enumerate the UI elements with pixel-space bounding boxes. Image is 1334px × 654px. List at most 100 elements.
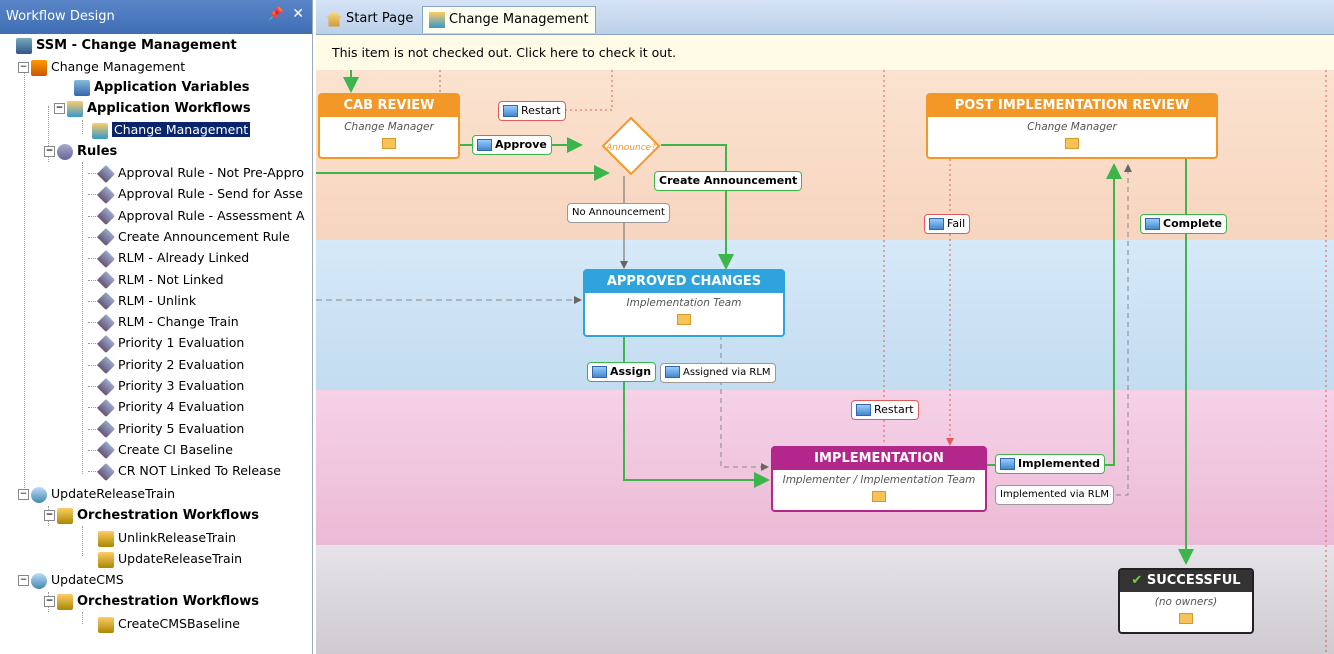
orchestration-icon — [57, 507, 73, 524]
transition-restart-2[interactable]: Restart — [851, 400, 919, 420]
rule-icon — [96, 356, 116, 375]
tree-node-rule[interactable]: Priority 4 Evaluation — [88, 397, 244, 417]
transition-complete[interactable]: Complete — [1140, 214, 1227, 234]
variables-icon — [74, 79, 90, 96]
tree-root[interactable]: SSM - Change Management — [16, 36, 237, 56]
collapse-icon[interactable]: − — [18, 489, 29, 500]
workflow-tree: SSM - Change Management − Change Manageme… — [0, 36, 312, 654]
pin-icon[interactable]: 📌 — [268, 7, 284, 22]
collapse-icon[interactable]: − — [18, 62, 29, 73]
tab-change-management[interactable]: Change Management — [422, 6, 596, 33]
tree-node-rule[interactable]: CR NOT Linked To Release — [88, 461, 281, 481]
tree-node-rule[interactable]: Create CI Baseline — [88, 440, 233, 460]
tree-node-app-variables[interactable]: Application Variables — [74, 78, 250, 98]
checkmark-icon: ✔ — [1131, 573, 1143, 588]
orchestration-icon — [57, 593, 73, 610]
collapse-icon[interactable]: − — [44, 510, 55, 521]
node-post-implementation-review[interactable]: POST IMPLEMENTATION REVIEW Change Manage… — [926, 93, 1218, 159]
form-icon — [1179, 613, 1193, 624]
transition-icon — [1000, 458, 1015, 470]
project-icon — [16, 37, 32, 54]
tab-start-page[interactable]: Start Page — [320, 6, 419, 32]
transition-no-announcement[interactable]: No Announcement — [567, 203, 670, 223]
collapse-icon[interactable]: − — [44, 146, 55, 157]
transition-icon — [1145, 218, 1160, 230]
transition-icon — [592, 366, 607, 378]
decision-label: Announce? — [605, 143, 656, 153]
tree-node-rule[interactable]: Approval Rule - Assessment A — [88, 206, 305, 226]
document-tabs: Start Page Change Management — [316, 0, 1334, 35]
panel-title: Workflow Design — [6, 9, 115, 24]
tree-node-rule[interactable]: RLM - Unlink — [88, 291, 196, 311]
process-icon — [31, 572, 47, 589]
decision-announce[interactable]: Announce? — [601, 116, 661, 176]
rule-icon — [96, 249, 116, 268]
rule-icon — [96, 270, 116, 290]
workflow-canvas[interactable]: This item is not checked out. Click here… — [316, 35, 1334, 654]
tree-node-create-cms-baseline[interactable]: CreateCMSBaseline — [98, 614, 240, 634]
rule-icon — [96, 164, 116, 183]
tree-node-rule[interactable]: Create Announcement Rule — [88, 227, 290, 247]
rule-icon — [96, 228, 116, 247]
rule-icon — [96, 207, 116, 226]
transition-implemented-via-rlm[interactable]: Implemented via RLM — [995, 485, 1114, 505]
rule-icon — [96, 292, 116, 311]
tree-node-rule[interactable]: Priority 5 Evaluation — [88, 419, 244, 439]
tree-node-update-release-train[interactable]: − UpdateReleaseTrain — [18, 484, 175, 504]
collapse-icon[interactable]: − — [54, 103, 65, 114]
node-cab-review[interactable]: CAB REVIEW Change Manager — [318, 93, 460, 159]
transition-approve[interactable]: Approve — [472, 135, 552, 155]
rule-icon — [96, 377, 116, 396]
workflow-icon — [92, 122, 108, 139]
transition-create-announcement[interactable]: Create Announcement — [654, 171, 803, 191]
tree-node-unlink-release-train[interactable]: UnlinkReleaseTrain — [98, 528, 236, 548]
tree-node-change-management[interactable]: − Change Management — [18, 57, 185, 77]
rule-icon — [96, 334, 116, 353]
tree-node-update-cms[interactable]: − UpdateCMS — [18, 570, 124, 590]
transition-icon — [503, 105, 518, 117]
rule-icon — [96, 420, 116, 439]
node-approved-changes[interactable]: APPROVED CHANGES Implementation Team — [583, 269, 785, 337]
form-icon — [677, 314, 691, 325]
tree-node-update-release-train-wf[interactable]: UpdateReleaseTrain — [98, 549, 242, 569]
tree-node-rules[interactable]: − Rules — [44, 142, 117, 162]
transition-icon — [856, 404, 871, 416]
collapse-icon[interactable]: − — [18, 575, 29, 586]
tree-node-rule[interactable]: RLM - Already Linked — [88, 248, 249, 268]
tree-node-orch-workflows-2[interactable]: − Orchestration Workflows — [44, 592, 259, 612]
tree-node-rule[interactable]: Priority 3 Evaluation — [88, 376, 244, 396]
transition-icon — [929, 218, 944, 230]
collapse-icon[interactable]: − — [44, 596, 55, 607]
node-implementation[interactable]: IMPLEMENTATION Implementer / Implementat… — [771, 446, 987, 512]
transition-icon — [477, 139, 492, 151]
rule-icon — [96, 185, 116, 204]
tree-node-rule[interactable]: Priority 2 Evaluation — [88, 355, 244, 375]
orchestration-workflow-icon — [98, 530, 114, 547]
close-icon[interactable]: ✕ — [292, 6, 304, 22]
transition-implemented[interactable]: Implemented — [995, 454, 1106, 474]
transition-icon — [665, 366, 680, 378]
transition-assign[interactable]: Assign — [587, 362, 657, 382]
rule-icon — [96, 398, 116, 417]
rules-icon — [57, 143, 73, 160]
tree-node-rule[interactable]: Priority 1 Evaluation — [88, 333, 244, 353]
node-successful[interactable]: ✔ SUCCESSFUL (no owners) — [1118, 568, 1254, 634]
tree-node-rule[interactable]: Approval Rule - Not Pre-Appro — [88, 163, 304, 183]
workflow-design-panel: Workflow Design 📌 ✕ SSM - Change Managem… — [0, 0, 313, 654]
transition-assigned-via-rlm[interactable]: Assigned via RLM — [660, 363, 776, 383]
transition-fail[interactable]: Fail — [924, 214, 971, 234]
form-icon — [872, 491, 886, 502]
tree-node-cm-workflow[interactable]: Change Management — [92, 120, 251, 140]
form-icon — [1065, 138, 1079, 149]
rule-icon — [96, 313, 116, 332]
orchestration-workflow-icon — [98, 616, 114, 633]
workflow-icon — [429, 11, 445, 28]
tree-node-app-workflows[interactable]: − Application Workflows — [54, 99, 251, 119]
tree-node-orch-workflows-1[interactable]: − Orchestration Workflows — [44, 506, 259, 526]
workflows-icon — [67, 100, 83, 117]
tree-node-rule[interactable]: RLM - Change Train — [88, 312, 239, 332]
application-icon — [31, 59, 47, 76]
tree-node-rule[interactable]: Approval Rule - Send for Asse — [88, 184, 303, 204]
tree-node-rule[interactable]: RLM - Not Linked — [88, 270, 224, 290]
transition-restart-1[interactable]: Restart — [498, 101, 566, 121]
